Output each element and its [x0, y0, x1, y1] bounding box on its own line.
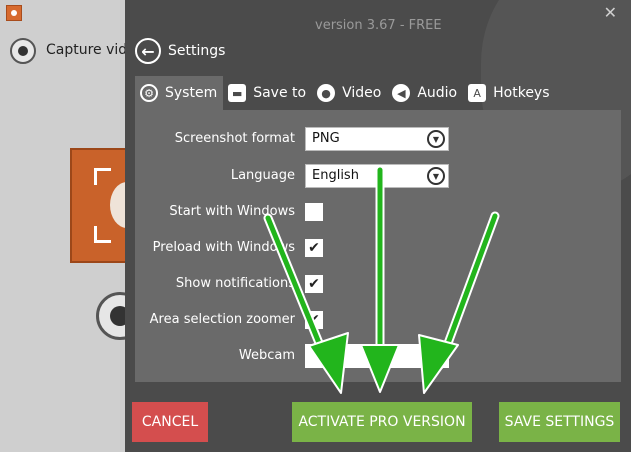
chevron-down-icon: ▼: [427, 130, 445, 148]
tab-label: Video: [342, 85, 382, 101]
capture-preview-icon: [70, 148, 144, 263]
gears-icon: ⚙: [140, 84, 158, 102]
version-label: version 3.67 - FREE: [315, 18, 442, 33]
screenshot-format-row: Screenshot format PNG ▼: [135, 127, 621, 153]
language-value: English: [312, 168, 359, 183]
activate-pro-button[interactable]: ACTIVATE PRO VERSION: [292, 402, 472, 442]
screenshot-format-value: PNG: [312, 131, 340, 146]
area-selection-zoomer-checkbox[interactable]: ✔: [305, 311, 323, 329]
screenshot-format-label: Screenshot format: [174, 131, 295, 146]
tab-label: Audio: [417, 85, 458, 101]
area-selection-zoomer-row: Area selection zoomer ✔: [135, 308, 621, 334]
tab-label: System: [165, 85, 218, 101]
language-row: Language English ▼: [135, 164, 621, 190]
area-selection-zoomer-label: Area selection zoomer: [149, 312, 295, 327]
tab-save-to[interactable]: ▬ Save to: [223, 76, 312, 110]
settings-tabs: ⚙ System ▬ Save to ● Video ◀ Audio A Hot…: [135, 76, 556, 110]
screenshot-format-select[interactable]: PNG ▼: [305, 127, 449, 151]
settings-panel: version 3.67 - FREE ✕ ← Settings ⚙ Syste…: [125, 0, 631, 452]
webcam-select[interactable]: [305, 344, 449, 368]
chevron-down-icon: ▼: [427, 167, 445, 185]
cancel-button[interactable]: CANCEL: [132, 402, 208, 442]
preload-with-windows-label: Preload with Windows: [152, 240, 295, 255]
start-with-windows-checkbox[interactable]: [305, 203, 323, 221]
show-notifications-label: Show notifications: [175, 276, 295, 291]
back-button[interactable]: ←: [135, 38, 161, 64]
arrow-left-icon: ←: [141, 41, 155, 61]
tab-audio[interactable]: ◀ Audio: [387, 76, 463, 110]
webcam-label: Webcam: [238, 348, 295, 363]
preload-with-windows-row: Preload with Windows ✔: [135, 236, 621, 262]
tab-video[interactable]: ● Video: [312, 76, 387, 110]
start-with-windows-row: Start with Windows: [135, 200, 621, 226]
tab-label: Save to: [253, 85, 307, 101]
folder-icon: ▬: [228, 84, 247, 102]
app-logo-icon: [6, 5, 22, 21]
start-with-windows-label: Start with Windows: [169, 204, 295, 219]
tab-label: Hotkeys: [493, 85, 550, 101]
capture-video-radio[interactable]: [10, 38, 36, 64]
tab-hotkeys[interactable]: A Hotkeys: [463, 76, 555, 110]
speaker-icon: ◀: [392, 84, 411, 102]
page-title: Settings: [168, 43, 226, 59]
show-notifications-checkbox[interactable]: ✔: [305, 275, 323, 293]
keyboard-icon: A: [468, 84, 487, 102]
show-notifications-row: Show notifications ✔: [135, 272, 621, 298]
webcam-row: Webcam: [135, 344, 621, 370]
tab-system[interactable]: ⚙ System: [135, 76, 224, 110]
close-button[interactable]: ✕: [604, 3, 617, 22]
preload-with-windows-checkbox[interactable]: ✔: [305, 239, 323, 257]
language-label: Language: [230, 168, 295, 183]
record-icon: ●: [317, 84, 336, 102]
system-settings-content: Screenshot format PNG ▼ Language English…: [135, 110, 621, 382]
language-select[interactable]: English ▼: [305, 164, 449, 188]
background-app: Capture video: [0, 0, 144, 452]
save-settings-button[interactable]: SAVE SETTINGS: [499, 402, 620, 442]
